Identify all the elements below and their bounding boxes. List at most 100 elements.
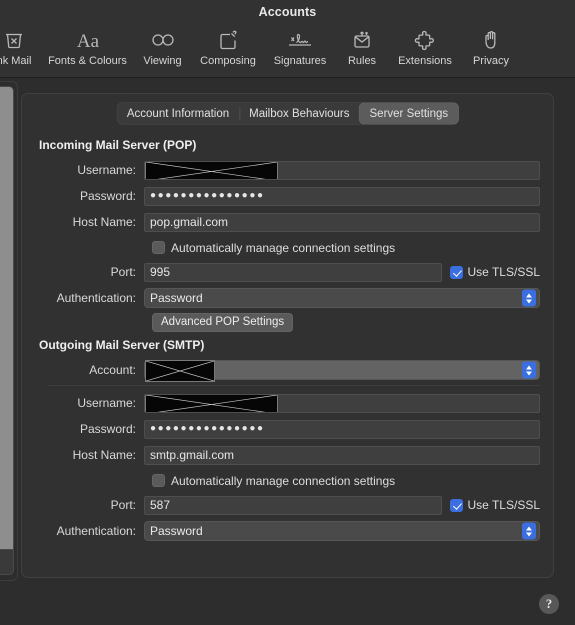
- toolbar-label-junk-mail: nk Mail: [0, 55, 32, 67]
- incoming-tls-checkbox[interactable]: [449, 265, 463, 279]
- outgoing-username-redaction: [145, 394, 278, 412]
- incoming-auth-label: Authentication:: [56, 291, 136, 305]
- outgoing-auto-manage-checkbox-wrap[interactable]: Automatically manage connection settings: [144, 474, 395, 488]
- extensions-icon: [413, 27, 437, 53]
- incoming-password-label: Password:: [79, 189, 136, 203]
- outgoing-auth-row: Authentication: Password: [39, 520, 540, 542]
- toolbar-item-junk-mail[interactable]: nk Mail: [0, 24, 42, 67]
- junk-mail-icon: [2, 27, 26, 53]
- incoming-username-input[interactable]: [144, 160, 540, 180]
- outgoing-username-row: Username:: [39, 392, 540, 414]
- incoming-port-label: Port:: [110, 265, 136, 279]
- incoming-port-input[interactable]: 995: [144, 262, 442, 282]
- outgoing-password-row: Password: ●●●●●●●●●●●●●●●: [39, 418, 540, 440]
- accounts-sidebar-list[interactable]: [0, 86, 14, 575]
- outgoing-password-label: Password:: [79, 422, 136, 436]
- outgoing-tls-label: Use TLS/SSL: [467, 498, 540, 512]
- toolbar-item-rules[interactable]: Rules: [336, 24, 388, 67]
- outgoing-account-select[interactable]: [144, 360, 540, 382]
- outgoing-auth-select[interactable]: Password: [144, 521, 540, 541]
- incoming-port-row: Port: 995 Use TLS/SSL: [39, 261, 540, 283]
- toolbar-label-viewing: Viewing: [143, 55, 182, 67]
- toolbar-item-privacy[interactable]: Privacy: [462, 24, 520, 67]
- preferences-content: Account Information Mailbox Behaviours S…: [0, 79, 575, 625]
- server-settings-panel: Account Information Mailbox Behaviours S…: [21, 93, 554, 578]
- accounts-sidebar-toolbar[interactable]: [0, 549, 14, 575]
- tab-account-information[interactable]: Account Information: [117, 103, 239, 124]
- outgoing-port-input[interactable]: 587: [144, 495, 442, 515]
- tab-server-settings[interactable]: Server Settings: [359, 103, 459, 124]
- outgoing-auth-label: Authentication:: [56, 524, 136, 538]
- outgoing-section-title: Outgoing Mail Server (SMTP): [39, 338, 205, 352]
- outgoing-account-chevron-updown-icon[interactable]: [522, 361, 536, 379]
- incoming-tls-label: Use TLS/SSL: [467, 265, 540, 279]
- tab-mailbox-behaviours[interactable]: Mailbox Behaviours: [239, 103, 359, 124]
- outgoing-auth-value: Password: [150, 524, 203, 538]
- toolbar-item-composing[interactable]: Composing: [192, 24, 264, 67]
- toolbar-label-privacy: Privacy: [472, 55, 510, 67]
- toolbar-label-signatures: Signatures: [273, 55, 327, 67]
- outgoing-password-input[interactable]: ●●●●●●●●●●●●●●●: [144, 419, 540, 439]
- incoming-host-label: Host Name:: [72, 215, 136, 229]
- outgoing-host-input[interactable]: smtp.gmail.com: [144, 445, 540, 465]
- outgoing-port-value: 587: [150, 498, 171, 512]
- outgoing-tls-checkbox[interactable]: [449, 498, 463, 512]
- incoming-username-redaction: [145, 161, 278, 179]
- outgoing-account-redaction: [145, 360, 215, 382]
- outgoing-auth-chevron-updown-icon[interactable]: [522, 522, 536, 540]
- outgoing-port-label: Port:: [110, 498, 136, 512]
- privacy-icon: [479, 27, 503, 53]
- outgoing-auto-manage-row: Automatically manage connection settings: [39, 470, 540, 491]
- help-button[interactable]: ?: [539, 594, 559, 614]
- outgoing-port-row: Port: 587 Use TLS/SSL: [39, 494, 540, 516]
- incoming-password-value: ●●●●●●●●●●●●●●●: [150, 190, 265, 201]
- outgoing-auto-manage-label: Automatically manage connection settings: [171, 473, 396, 488]
- toolbar-label-rules: Rules: [347, 55, 377, 67]
- outgoing-host-label: Host Name:: [72, 448, 136, 462]
- incoming-section-title: Incoming Mail Server (POP): [39, 138, 197, 152]
- preferences-toolbar: nk Mail Aa Fonts & Colours Viewing Compo…: [0, 24, 575, 78]
- incoming-host-row: Host Name: pop.gmail.com: [39, 211, 540, 233]
- incoming-username-label: Username:: [77, 163, 136, 177]
- incoming-auto-manage-label: Automatically manage connection settings: [171, 240, 396, 255]
- incoming-username-row: Username:: [39, 159, 540, 181]
- outgoing-host-row: Host Name: smtp.gmail.com: [39, 444, 540, 466]
- outgoing-account-row: Account:: [39, 359, 540, 382]
- signatures-icon: [285, 27, 315, 53]
- incoming-password-row: Password: ●●●●●●●●●●●●●●●: [39, 185, 540, 207]
- toolbar-label-composing: Composing: [200, 55, 256, 67]
- incoming-auto-manage-checkbox-wrap[interactable]: Automatically manage connection settings: [144, 241, 395, 255]
- rules-icon: [350, 27, 374, 53]
- composing-icon: [216, 27, 240, 53]
- incoming-tls-wrap[interactable]: Use TLS/SSL: [449, 265, 540, 279]
- outgoing-username-input[interactable]: [144, 393, 540, 413]
- fonts-colours-icon: Aa: [75, 27, 101, 53]
- outgoing-host-value: smtp.gmail.com: [150, 448, 235, 462]
- outgoing-username-label: Username:: [77, 396, 136, 410]
- window-titlebar: Accounts: [0, 0, 575, 24]
- viewing-icon: [149, 27, 177, 53]
- advanced-pop-settings-button[interactable]: Advanced POP Settings: [152, 313, 294, 332]
- incoming-host-input[interactable]: pop.gmail.com: [144, 212, 540, 232]
- toolbar-item-extensions[interactable]: Extensions: [388, 24, 462, 67]
- incoming-password-input[interactable]: ●●●●●●●●●●●●●●●: [144, 186, 540, 206]
- outgoing-password-value: ●●●●●●●●●●●●●●●: [150, 423, 265, 434]
- toolbar-item-signatures[interactable]: Signatures: [264, 24, 336, 67]
- outgoing-tls-wrap[interactable]: Use TLS/SSL: [449, 498, 540, 512]
- toolbar-item-viewing[interactable]: Viewing: [133, 24, 192, 67]
- incoming-port-value: 995: [150, 265, 171, 279]
- incoming-auth-select[interactable]: Password: [144, 288, 540, 308]
- window-title: Accounts: [258, 5, 317, 19]
- advanced-pop-settings-row: Advanced POP Settings: [39, 313, 540, 332]
- incoming-auto-manage-row: Automatically manage connection settings: [39, 237, 540, 258]
- outgoing-account-label: Account:: [89, 363, 136, 377]
- incoming-auth-value: Password: [150, 291, 203, 305]
- outgoing-divider: [47, 385, 540, 386]
- incoming-auth-chevron-updown-icon[interactable]: [522, 289, 536, 307]
- incoming-host-value: pop.gmail.com: [150, 215, 229, 229]
- outgoing-auto-manage-checkbox[interactable]: [152, 474, 165, 487]
- settings-tabbar: Account Information Mailbox Behaviours S…: [116, 103, 459, 124]
- toolbar-label-fonts-colours: Fonts & Colours: [48, 55, 127, 67]
- incoming-auto-manage-checkbox[interactable]: [152, 241, 165, 254]
- toolbar-item-fonts-colours[interactable]: Aa Fonts & Colours: [42, 24, 133, 67]
